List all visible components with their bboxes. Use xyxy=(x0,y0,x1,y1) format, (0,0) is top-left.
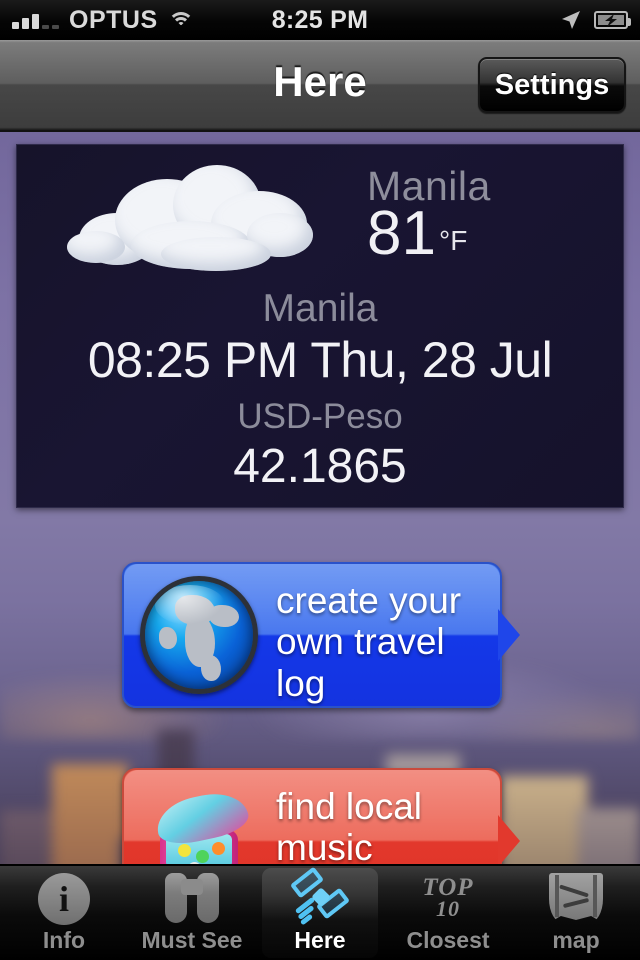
map-icon xyxy=(545,873,607,925)
navigation-bar: Here Settings xyxy=(0,40,640,132)
promo-travel-text: create your own travel log xyxy=(276,580,486,704)
tab-bar: i Info Must See Here TOP 10 Closest map xyxy=(0,864,640,960)
globe-icon xyxy=(140,576,258,694)
currency-label: USD-Peso xyxy=(237,397,403,436)
currency-rate: 42.1865 xyxy=(233,440,407,493)
location-arrow-icon xyxy=(562,11,580,29)
tab-closest[interactable]: TOP 10 Closest xyxy=(384,866,512,960)
info-circle-icon: i xyxy=(33,873,95,925)
weather-temperature: 81 xyxy=(367,199,436,268)
tab-info-label: Info xyxy=(42,927,86,953)
binoculars-icon xyxy=(161,873,223,925)
status-bar: OPTUS 8:25 PM xyxy=(0,0,640,40)
app-screen: OPTUS 8:25 PM Here Settings Manila 81 °F… xyxy=(0,0,640,960)
status-bar-clock: 8:25 PM xyxy=(271,5,369,34)
weather-unit: °F xyxy=(439,225,468,256)
status-bar-right xyxy=(559,8,640,32)
local-datetime: 08:25 PM Thu, 28 Jul xyxy=(87,332,553,388)
battery-charging-icon xyxy=(594,11,631,29)
settings-button[interactable]: Settings xyxy=(478,57,626,113)
tab-here-label: Here xyxy=(294,927,346,953)
tab-must-see-label: Must See xyxy=(141,927,243,953)
promo-travel-line2: own travel log xyxy=(276,621,445,704)
info-panel: Manila 81 °F Manila 08:25 PM Thu, 28 Jul… xyxy=(16,144,624,508)
promo-music-line1: find local xyxy=(276,786,423,827)
cloud-icon xyxy=(61,161,341,281)
top-10-icon: TOP 10 xyxy=(417,873,479,925)
banner-arrow-tab xyxy=(498,609,520,661)
tab-here[interactable]: Here xyxy=(256,866,384,960)
tab-map-label: map xyxy=(552,927,600,953)
globe-glare xyxy=(155,585,225,625)
banner-arrow-tab xyxy=(498,815,520,867)
tab-must-see[interactable]: Must See xyxy=(128,866,256,960)
top-10-icon-number: 10 xyxy=(436,896,460,922)
promo-banner-travel-log[interactable]: create your own travel log xyxy=(122,562,520,708)
tab-closest-label: Closest xyxy=(406,927,490,953)
timezone-city: Manila xyxy=(262,287,378,330)
tab-info[interactable]: i Info xyxy=(0,866,128,960)
promo-travel-line1: create your xyxy=(276,580,462,621)
tab-map[interactable]: map xyxy=(512,866,640,960)
satellite-icon xyxy=(289,866,351,926)
